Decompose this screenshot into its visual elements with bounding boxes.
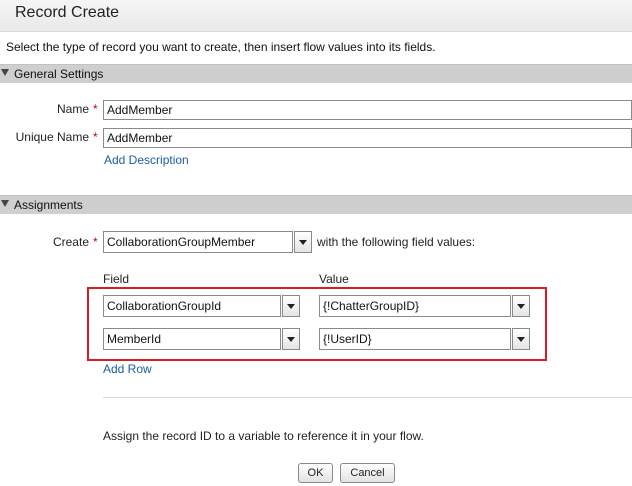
assign-record-id-text: Assign the record ID to a variable to re…	[103, 429, 424, 443]
object-dropdown-button[interactable]	[294, 231, 312, 253]
field-column-header: Field	[103, 272, 130, 286]
create-label: Create	[52, 235, 89, 249]
add-description-link[interactable]: Add Description	[104, 153, 189, 167]
dialog-title: Record Create	[15, 4, 120, 21]
highlight-box	[87, 287, 547, 361]
required-indicator-icon: *	[93, 102, 98, 116]
name-input[interactable]	[103, 100, 632, 120]
divider	[103, 397, 632, 398]
section-label: Assignments	[14, 198, 83, 212]
dialog-description: Select the type of record you want to cr…	[6, 40, 436, 54]
unique-name-label: Unique Name	[15, 130, 89, 144]
chevron-down-icon	[299, 240, 307, 245]
collapse-triangle-icon[interactable]	[1, 200, 9, 207]
section-general-settings[interactable]: General Settings	[0, 64, 632, 83]
with-field-values-text: with the following field values:	[317, 235, 476, 249]
value-column-header: Value	[319, 272, 349, 286]
object-select[interactable]: CollaborationGroupMember	[103, 231, 293, 253]
ok-button[interactable]: OK	[298, 463, 333, 483]
name-label: Name	[56, 102, 89, 116]
required-indicator-icon: *	[93, 235, 98, 249]
section-label: General Settings	[14, 67, 104, 81]
add-row-link[interactable]: Add Row	[103, 362, 152, 376]
collapse-triangle-icon[interactable]	[1, 69, 9, 76]
required-indicator-icon: *	[93, 130, 98, 144]
unique-name-input[interactable]	[103, 128, 632, 148]
section-assignments[interactable]: Assignments	[0, 195, 632, 214]
cancel-button[interactable]: Cancel	[340, 463, 395, 483]
